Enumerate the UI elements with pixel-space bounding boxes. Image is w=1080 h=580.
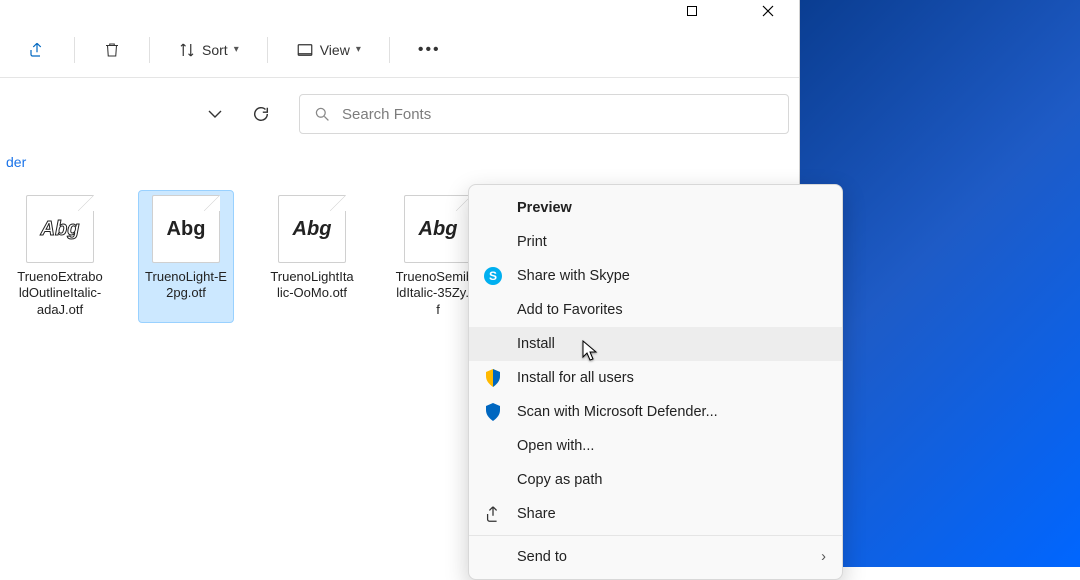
separator: [149, 37, 150, 63]
ctx-print[interactable]: Print: [469, 225, 842, 259]
delete-button[interactable]: [93, 35, 131, 65]
ctx-add-favorites[interactable]: Add to Favorites: [469, 293, 842, 327]
ctx-label: Install for all users: [517, 370, 634, 386]
view-button[interactable]: View ▾: [286, 35, 371, 65]
ctx-share-skype[interactable]: S Share with Skype: [469, 259, 842, 293]
defender-shield-icon: [483, 402, 503, 422]
refresh-button[interactable]: [247, 100, 275, 128]
sort-label: Sort: [202, 42, 228, 58]
separator: [389, 37, 390, 63]
ctx-label: Install: [517, 336, 555, 352]
ctx-install-all-users[interactable]: Install for all users: [469, 361, 842, 395]
ctx-label: Preview: [517, 200, 572, 216]
ctx-label: Print: [517, 234, 547, 250]
search-input[interactable]: Search Fonts: [299, 94, 789, 134]
history-dropdown-button[interactable]: [201, 100, 229, 128]
font-thumbnail-icon: Abg: [278, 195, 346, 263]
chevron-down-icon: ▾: [234, 44, 239, 55]
ctx-preview[interactable]: Preview: [469, 191, 842, 225]
file-item[interactable]: Abg TruenoLight-E2pg.otf: [138, 190, 234, 323]
ctx-copy-as-path[interactable]: Copy as path: [469, 463, 842, 497]
ctx-install[interactable]: Install: [469, 327, 842, 361]
ctx-label: Copy as path: [517, 472, 602, 488]
ctx-send-to[interactable]: Send to ›: [469, 535, 842, 573]
font-thumbnail-icon: Abg: [152, 195, 220, 263]
breadcrumb: der: [0, 150, 799, 180]
close-button[interactable]: [745, 0, 791, 22]
font-thumbnail-icon: Abg: [404, 195, 472, 263]
context-menu: Preview Print S Share with Skype Add to …: [468, 184, 843, 580]
search-placeholder: Search Fonts: [342, 106, 431, 123]
file-name: TruenoExtraboldOutlineItalic-adaJ.otf: [17, 269, 103, 318]
ctx-label: Share: [517, 506, 556, 522]
title-bar: [0, 0, 799, 22]
mouse-cursor-icon: [582, 340, 602, 367]
skype-icon: S: [483, 266, 503, 286]
chevron-right-icon: ›: [821, 549, 826, 565]
share-button[interactable]: [18, 35, 56, 65]
font-thumbnail-icon: Abg: [26, 195, 94, 263]
ctx-label: Scan with Microsoft Defender...: [517, 404, 718, 420]
view-label: View: [320, 42, 350, 58]
file-name: TruenoLight-E2pg.otf: [143, 269, 229, 302]
chevron-down-icon: ▾: [356, 44, 361, 55]
command-bar: Sort ▾ View ▾ •••: [0, 22, 799, 78]
breadcrumb-segment[interactable]: der: [6, 154, 26, 170]
separator: [267, 37, 268, 63]
search-icon: [314, 106, 330, 122]
ctx-open-with[interactable]: Open with...: [469, 429, 842, 463]
ctx-share[interactable]: Share: [469, 497, 842, 531]
address-row: Search Fonts: [0, 78, 799, 150]
share-icon: [483, 504, 503, 524]
ctx-label: Send to: [517, 549, 567, 565]
ctx-label: Share with Skype: [517, 268, 630, 284]
sort-button[interactable]: Sort ▾: [168, 35, 249, 65]
ctx-label: Open with...: [517, 438, 594, 454]
ctx-scan-defender[interactable]: Scan with Microsoft Defender...: [469, 395, 842, 429]
ctx-label: Add to Favorites: [517, 302, 623, 318]
more-button[interactable]: •••: [408, 35, 451, 65]
shield-uac-icon: [483, 368, 503, 388]
file-item[interactable]: Abg TruenoLightItalic-OoMo.otf: [264, 190, 360, 323]
maximize-button[interactable]: [669, 0, 715, 22]
file-name: TruenoLightItalic-OoMo.otf: [269, 269, 355, 302]
file-item[interactable]: Abg TruenoExtraboldOutlineItalic-adaJ.ot…: [12, 190, 108, 323]
separator: [74, 37, 75, 63]
